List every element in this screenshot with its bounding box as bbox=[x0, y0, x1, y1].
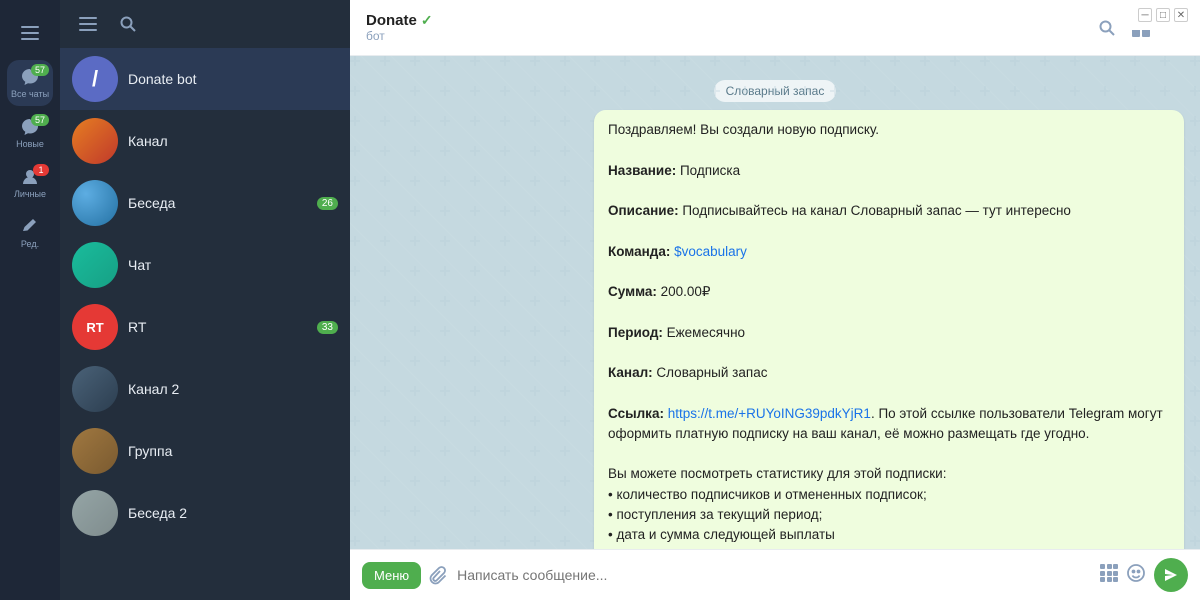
chat-item[interactable]: Канал bbox=[60, 110, 350, 172]
avatar bbox=[72, 366, 118, 412]
chat-item[interactable]: Беседа 2 bbox=[60, 482, 350, 544]
chat-info: Чат bbox=[128, 257, 338, 273]
avatar: RT bbox=[72, 304, 118, 350]
chat-info: Donate bot bbox=[128, 71, 338, 87]
maximize-button[interactable]: □ bbox=[1156, 8, 1170, 22]
chat-main: Donate ✓ бот Словарный запас bbox=[350, 0, 1200, 600]
attach-button[interactable] bbox=[429, 565, 449, 585]
send-button[interactable] bbox=[1154, 558, 1188, 592]
chat-item[interactable]: / Donate bot bbox=[60, 48, 350, 110]
chat-header-name: Donate ✓ bbox=[366, 12, 1098, 29]
sidebar-new[interactable]: 57 Новые bbox=[7, 110, 53, 156]
input-actions bbox=[1100, 563, 1146, 588]
chat-header-info: Donate ✓ бот bbox=[366, 12, 1098, 43]
chat-messages-wrapper: Словарный запас Поздравляем! Вы создали … bbox=[350, 56, 1200, 549]
all-chats-label: Все чаты bbox=[11, 89, 49, 99]
grid-icon[interactable] bbox=[1100, 564, 1118, 587]
chat-messages: Словарный запас Поздравляем! Вы создали … bbox=[350, 56, 1200, 549]
avatar bbox=[72, 180, 118, 226]
minimize-button[interactable]: ─ bbox=[1138, 8, 1152, 22]
chat-item[interactable]: Канал 2 bbox=[60, 358, 350, 420]
avatar bbox=[72, 428, 118, 474]
verified-icon: ✓ bbox=[421, 12, 433, 29]
chat-info: RT bbox=[128, 319, 307, 335]
chat-list-search-icon[interactable] bbox=[112, 8, 144, 40]
chat-list-header bbox=[60, 0, 350, 48]
system-label: Словарный запас bbox=[366, 80, 1184, 102]
personal-badge: 1 bbox=[33, 164, 49, 176]
chat-item[interactable]: Беседа 26 bbox=[60, 172, 350, 234]
chat-input-bar: Меню bbox=[350, 549, 1200, 600]
all-chats-badge: 57 bbox=[31, 64, 49, 76]
chat-header: Donate ✓ бот bbox=[350, 0, 1200, 56]
avatar bbox=[72, 242, 118, 288]
new-label: Новые bbox=[16, 139, 44, 149]
chat-info: Канал bbox=[128, 133, 338, 149]
chat-item[interactable]: RT RT 33 bbox=[60, 296, 350, 358]
chat-header-status: бот bbox=[366, 29, 1098, 43]
chat-info: Группа bbox=[128, 443, 338, 459]
chat-list: / Donate bot Канал Беседа 2 bbox=[60, 0, 350, 600]
personal-label: Личные bbox=[14, 189, 46, 199]
message-bubble: Поздравляем! Вы создали новую подписку. … bbox=[594, 110, 1184, 549]
new-badge: 57 bbox=[31, 114, 49, 126]
header-search-button[interactable] bbox=[1098, 19, 1116, 37]
edit-label: Ред. bbox=[21, 239, 39, 249]
avatar: / bbox=[72, 56, 118, 102]
sidebar-personal[interactable]: 1 Личные bbox=[7, 160, 53, 206]
message-greeting: Поздравляем! Вы создали новую подписку. … bbox=[608, 120, 1170, 549]
message-input[interactable] bbox=[457, 567, 1092, 583]
invite-link[interactable]: https://t.me/+RUYoING39pdkYjR1 bbox=[668, 406, 871, 421]
avatar bbox=[72, 118, 118, 164]
emoji-icon[interactable] bbox=[1126, 563, 1146, 588]
chat-items-container: / Donate bot Канал Беседа 2 bbox=[60, 48, 350, 600]
chat-item[interactable]: Группа bbox=[60, 420, 350, 482]
sidebar-menu-button[interactable] bbox=[7, 10, 53, 56]
sidebar-all-chats[interactable]: 57 Все чаты bbox=[7, 60, 53, 106]
chat-info: Канал 2 bbox=[128, 381, 338, 397]
sidebar: 57 Все чаты 57 Новые 1 Личные Ред. bbox=[0, 0, 60, 600]
command-link[interactable]: $vocabulary bbox=[674, 244, 747, 259]
system-label-text: Словарный запас bbox=[714, 80, 837, 102]
window-controls: ─ □ ✕ bbox=[1126, 0, 1200, 30]
chat-info: Беседа 2 bbox=[128, 505, 338, 521]
chat-item[interactable]: Чат bbox=[60, 234, 350, 296]
menu-button[interactable]: Меню bbox=[362, 562, 421, 589]
avatar bbox=[72, 490, 118, 536]
close-button[interactable]: ✕ bbox=[1174, 8, 1188, 22]
sidebar-edit[interactable]: Ред. bbox=[7, 210, 53, 256]
chat-list-menu-icon[interactable] bbox=[72, 8, 104, 40]
chat-info: Беседа bbox=[128, 195, 307, 211]
